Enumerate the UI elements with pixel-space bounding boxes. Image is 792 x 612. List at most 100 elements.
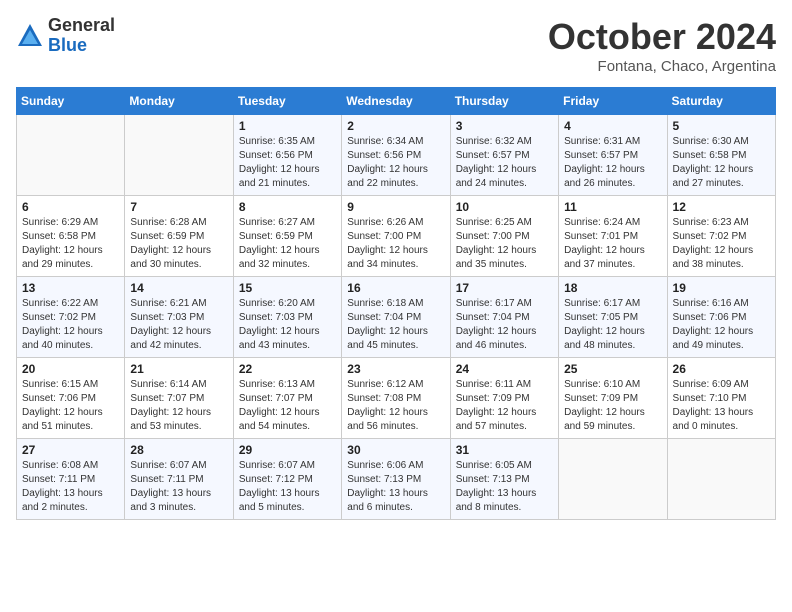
day-info: Sunrise: 6:11 AM Sunset: 7:09 PM Dayligh… — [456, 378, 553, 434]
day-number: 22 — [239, 362, 336, 376]
day-info: Sunrise: 6:07 AM Sunset: 7:12 PM Dayligh… — [239, 459, 336, 515]
day-info: Sunrise: 6:30 AM Sunset: 6:58 PM Dayligh… — [673, 135, 770, 191]
day-info: Sunrise: 6:28 AM Sunset: 6:59 PM Dayligh… — [130, 216, 227, 272]
day-number: 18 — [564, 281, 661, 295]
day-info: Sunrise: 6:22 AM Sunset: 7:02 PM Dayligh… — [22, 297, 119, 353]
day-number: 27 — [22, 443, 119, 457]
day-info: Sunrise: 6:07 AM Sunset: 7:11 PM Dayligh… — [130, 459, 227, 515]
day-info: Sunrise: 6:16 AM Sunset: 7:06 PM Dayligh… — [673, 297, 770, 353]
logo-icon — [16, 22, 44, 50]
calendar-cell: 28 Sunrise: 6:07 AM Sunset: 7:11 PM Dayli… — [125, 439, 233, 520]
day-number: 19 — [673, 281, 770, 295]
calendar-cell: 23 Sunrise: 6:12 AM Sunset: 7:08 PM Dayli… — [342, 358, 450, 439]
calendar-cell: 18 Sunrise: 6:17 AM Sunset: 7:05 PM Dayli… — [559, 277, 667, 358]
day-number: 7 — [130, 200, 227, 214]
calendar-cell: 8Sunrise: 6:27 AM Sunset: 6:59 PM Daylig… — [233, 196, 341, 277]
calendar-week-row: 1 Sunrise: 6:35 AM Sunset: 6:56 PM Daylig… — [17, 115, 776, 196]
calendar-week-row: 20Sunrise: 6:15 AM Sunset: 7:06 PM Dayli… — [17, 358, 776, 439]
title-block: October 2024 Fontana, Chaco, Argentina — [548, 16, 776, 75]
calendar-body: 1 Sunrise: 6:35 AM Sunset: 6:56 PM Daylig… — [17, 115, 776, 520]
calendar-cell: 27 Sunrise: 6:08 AM Sunset: 7:11 PM Dayli… — [17, 439, 125, 520]
calendar-cell — [559, 439, 667, 520]
day-number: 29 — [239, 443, 336, 457]
day-info: Sunrise: 6:18 AM Sunset: 7:04 PM Dayligh… — [347, 297, 444, 353]
calendar-cell: 10 Sunrise: 6:25 AM Sunset: 7:00 PM Dayli… — [450, 196, 558, 277]
day-info: Sunrise: 6:29 AM Sunset: 6:58 PM Dayligh… — [22, 216, 119, 272]
calendar-header-row: SundayMondayTuesdayWednesdayThursdayFrid… — [17, 88, 776, 115]
calendar-cell: 30 Sunrise: 6:06 AM Sunset: 7:13 PM Dayli… — [342, 439, 450, 520]
day-number: 3 — [456, 119, 553, 133]
day-info: Sunrise: 6:06 AM Sunset: 7:13 PM Dayligh… — [347, 459, 444, 515]
day-number: 21 — [130, 362, 227, 376]
calendar-cell: 24Sunrise: 6:11 AM Sunset: 7:09 PM Dayli… — [450, 358, 558, 439]
day-number: 11 — [564, 200, 661, 214]
day-number: 25 — [564, 362, 661, 376]
day-info: Sunrise: 6:34 AM Sunset: 6:56 PM Dayligh… — [347, 135, 444, 191]
calendar-cell — [125, 115, 233, 196]
day-number: 1 — [239, 119, 336, 133]
calendar-cell: 26 Sunrise: 6:09 AM Sunset: 7:10 PM Dayli… — [667, 358, 775, 439]
calendar-cell: 6Sunrise: 6:29 AM Sunset: 6:58 PM Daylig… — [17, 196, 125, 277]
day-number: 10 — [456, 200, 553, 214]
logo-blue-text: Blue — [48, 36, 115, 56]
day-number: 26 — [673, 362, 770, 376]
calendar-cell: 1 Sunrise: 6:35 AM Sunset: 6:56 PM Daylig… — [233, 115, 341, 196]
day-info: Sunrise: 6:35 AM Sunset: 6:56 PM Dayligh… — [239, 135, 336, 191]
day-info: Sunrise: 6:14 AM Sunset: 7:07 PM Dayligh… — [130, 378, 227, 434]
calendar-cell: 12 Sunrise: 6:23 AM Sunset: 7:02 PM Dayli… — [667, 196, 775, 277]
day-number: 16 — [347, 281, 444, 295]
day-info: Sunrise: 6:08 AM Sunset: 7:11 PM Dayligh… — [22, 459, 119, 515]
logo: General Blue — [16, 16, 115, 56]
calendar-cell: 3 Sunrise: 6:32 AM Sunset: 6:57 PM Daylig… — [450, 115, 558, 196]
day-info: Sunrise: 6:09 AM Sunset: 7:10 PM Dayligh… — [673, 378, 770, 434]
day-number: 28 — [130, 443, 227, 457]
day-number: 8 — [239, 200, 336, 214]
calendar-cell — [667, 439, 775, 520]
calendar-cell: 31 Sunrise: 6:05 AM Sunset: 7:13 PM Dayli… — [450, 439, 558, 520]
calendar-day-header: Saturday — [667, 88, 775, 115]
day-number: 31 — [456, 443, 553, 457]
day-info: Sunrise: 6:21 AM Sunset: 7:03 PM Dayligh… — [130, 297, 227, 353]
calendar-cell: 9 Sunrise: 6:26 AM Sunset: 7:00 PM Daylig… — [342, 196, 450, 277]
calendar-cell: 21 Sunrise: 6:14 AM Sunset: 7:07 PM Dayli… — [125, 358, 233, 439]
day-info: Sunrise: 6:26 AM Sunset: 7:00 PM Dayligh… — [347, 216, 444, 272]
day-number: 30 — [347, 443, 444, 457]
calendar-cell: 7 Sunrise: 6:28 AM Sunset: 6:59 PM Daylig… — [125, 196, 233, 277]
calendar-cell: 11Sunrise: 6:24 AM Sunset: 7:01 PM Dayli… — [559, 196, 667, 277]
day-info: Sunrise: 6:23 AM Sunset: 7:02 PM Dayligh… — [673, 216, 770, 272]
calendar-cell: 13Sunrise: 6:22 AM Sunset: 7:02 PM Dayli… — [17, 277, 125, 358]
calendar-cell: 29 Sunrise: 6:07 AM Sunset: 7:12 PM Dayli… — [233, 439, 341, 520]
calendar-cell: 19 Sunrise: 6:16 AM Sunset: 7:06 PM Dayli… — [667, 277, 775, 358]
calendar-cell: 20Sunrise: 6:15 AM Sunset: 7:06 PM Dayli… — [17, 358, 125, 439]
day-info: Sunrise: 6:12 AM Sunset: 7:08 PM Dayligh… — [347, 378, 444, 434]
day-info: Sunrise: 6:20 AM Sunset: 7:03 PM Dayligh… — [239, 297, 336, 353]
day-info: Sunrise: 6:25 AM Sunset: 7:00 PM Dayligh… — [456, 216, 553, 272]
location: Fontana, Chaco, Argentina — [548, 58, 776, 75]
day-number: 23 — [347, 362, 444, 376]
page-header: General Blue October 2024 Fontana, Chaco… — [16, 16, 776, 75]
calendar-day-header: Thursday — [450, 88, 558, 115]
calendar-cell: 16 Sunrise: 6:18 AM Sunset: 7:04 PM Dayli… — [342, 277, 450, 358]
day-number: 17 — [456, 281, 553, 295]
calendar-table: SundayMondayTuesdayWednesdayThursdayFrid… — [16, 87, 776, 520]
day-info: Sunrise: 6:13 AM Sunset: 7:07 PM Dayligh… — [239, 378, 336, 434]
calendar-week-row: 27 Sunrise: 6:08 AM Sunset: 7:11 PM Dayli… — [17, 439, 776, 520]
calendar-cell: 14Sunrise: 6:21 AM Sunset: 7:03 PM Dayli… — [125, 277, 233, 358]
day-info: Sunrise: 6:17 AM Sunset: 7:04 PM Dayligh… — [456, 297, 553, 353]
calendar-day-header: Friday — [559, 88, 667, 115]
day-number: 12 — [673, 200, 770, 214]
day-info: Sunrise: 6:17 AM Sunset: 7:05 PM Dayligh… — [564, 297, 661, 353]
calendar-week-row: 6Sunrise: 6:29 AM Sunset: 6:58 PM Daylig… — [17, 196, 776, 277]
logo-general-text: General — [48, 16, 115, 36]
day-info: Sunrise: 6:05 AM Sunset: 7:13 PM Dayligh… — [456, 459, 553, 515]
day-info: Sunrise: 6:32 AM Sunset: 6:57 PM Dayligh… — [456, 135, 553, 191]
calendar-cell: 25Sunrise: 6:10 AM Sunset: 7:09 PM Dayli… — [559, 358, 667, 439]
calendar-week-row: 13Sunrise: 6:22 AM Sunset: 7:02 PM Dayli… — [17, 277, 776, 358]
calendar-day-header: Sunday — [17, 88, 125, 115]
calendar-cell: 15Sunrise: 6:20 AM Sunset: 7:03 PM Dayli… — [233, 277, 341, 358]
day-number: 9 — [347, 200, 444, 214]
calendar-day-header: Monday — [125, 88, 233, 115]
day-info: Sunrise: 6:31 AM Sunset: 6:57 PM Dayligh… — [564, 135, 661, 191]
calendar-cell — [17, 115, 125, 196]
day-number: 4 — [564, 119, 661, 133]
